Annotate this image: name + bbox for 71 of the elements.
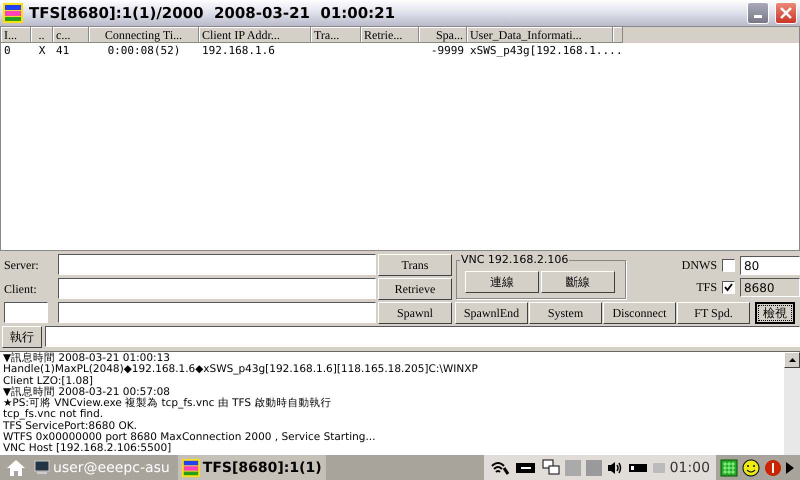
table-cell: 192.168.1.6: [202, 44, 275, 57]
log-line: ▼訊息時間 2008-03-21 01:00:13: [3, 353, 171, 364]
log-line: WTFS 0x00000000 port 8680 MaxConnection 2000 , Service Starting...: [3, 432, 376, 444]
battery-icon[interactable]: [514, 462, 537, 474]
table-cell: -9999: [430, 44, 464, 57]
table-cell: 41: [56, 44, 70, 57]
minimize-icon: [754, 15, 762, 18]
table-cell: xSWS_p43g[192.168.1...: [470, 44, 616, 57]
column-header[interactable]: I...: [1, 27, 31, 43]
log-line: Client LZO:[1.08]: [3, 376, 94, 387]
column-header[interactable]: User_Data_Informati...: [467, 27, 613, 43]
smiley-icon[interactable]: [742, 458, 760, 476]
toggle-label: TFS: [696, 280, 717, 295]
table-cell: X: [38, 44, 46, 57]
log-line: tcp_fs.vnc not find.: [3, 409, 104, 421]
input-field[interactable]: [58, 302, 376, 323]
toggle-label: DNWS: [682, 258, 717, 273]
table-cell: 0:00:08(52): [108, 44, 180, 57]
column-header[interactable]: ..: [31, 27, 53, 43]
power-icon[interactable]: [764, 458, 782, 476]
grid-icon[interactable]: [720, 458, 738, 476]
window-title: TFS[8680]:1(1)/2000 2008-03-21 01:00:21: [29, 4, 396, 22]
checkbox[interactable]: [722, 259, 735, 272]
action-button[interactable]: System: [529, 302, 602, 324]
column-header[interactable]: Connecting Ti...: [89, 27, 199, 43]
action-button[interactable]: Disconnect: [603, 302, 676, 324]
trans-button[interactable]: Trans: [378, 254, 452, 276]
usb-icon[interactable]: [628, 462, 648, 472]
column-header[interactable]: c...: [53, 27, 89, 43]
app-icon: [182, 458, 200, 476]
vnc-button[interactable]: 斷線: [541, 271, 615, 293]
scrollbar[interactable]: [784, 352, 800, 455]
minimize-button[interactable]: [747, 2, 769, 24]
input-field[interactable]: [4, 302, 48, 323]
clock: 01:00: [670, 460, 710, 476]
wifi-icon[interactable]: [490, 460, 510, 476]
log-line: VNC Host [192.168.2.106:5500]: [3, 443, 172, 455]
close-button[interactable]: [775, 2, 797, 24]
action-button[interactable]: 檢視: [755, 302, 795, 324]
column-header[interactable]: Tra...: [311, 27, 361, 43]
log-line: Handle(1)MaxPL(2048)◆192.168.1.6◆xSWS_p43g[192.168.1.6][118.165.18.205]C:\WINXP: [3, 364, 479, 376]
command-field[interactable]: [45, 326, 800, 347]
monitor-icon: [34, 460, 50, 475]
vnc-button[interactable]: 連線: [465, 271, 539, 293]
network-icon[interactable]: [542, 458, 560, 476]
client-label: Client:: [4, 282, 38, 297]
column-header[interactable]: Client IP Addr...: [199, 27, 311, 43]
vnc-group-title: VNC 192.168.2.106: [460, 253, 570, 266]
action-button[interactable]: Spawnl: [378, 302, 452, 324]
taskbar-button[interactable]: TFS[8680]:1(1): [178, 455, 326, 480]
table-cell: 0: [4, 44, 11, 57]
close-icon: [780, 7, 792, 19]
log-line: ▼訊息時間 2008-03-21 00:57:08: [3, 386, 171, 398]
server-label: Server:: [4, 258, 40, 273]
retrieve-button[interactable]: Retrieve: [378, 278, 452, 300]
log-line: ★PS:可將 VNCview.exe 複製為 tcp_fs.vnc 由 TFS 啟動時自動執行: [3, 398, 332, 410]
app-icon: [3, 3, 23, 23]
volume-icon[interactable]: [606, 460, 623, 474]
client-field[interactable]: [58, 278, 376, 299]
column-header[interactable]: [613, 27, 623, 43]
scroll-up-icon[interactable]: [784, 352, 800, 368]
run-button[interactable]: 執行: [2, 326, 42, 348]
action-button[interactable]: FT Spd.: [677, 302, 750, 324]
arrow-right-icon[interactable]: [786, 462, 794, 474]
column-header[interactable]: Spa...: [419, 27, 467, 43]
port-field[interactable]: 80: [740, 256, 800, 275]
table-cell: .: [616, 44, 623, 57]
column-header[interactable]: Retrie...: [361, 27, 419, 43]
log-line: TFS ServicePort:8680 OK.: [3, 420, 138, 432]
server-field[interactable]: [58, 254, 376, 275]
action-button[interactable]: SpawnlEnd: [455, 302, 528, 324]
